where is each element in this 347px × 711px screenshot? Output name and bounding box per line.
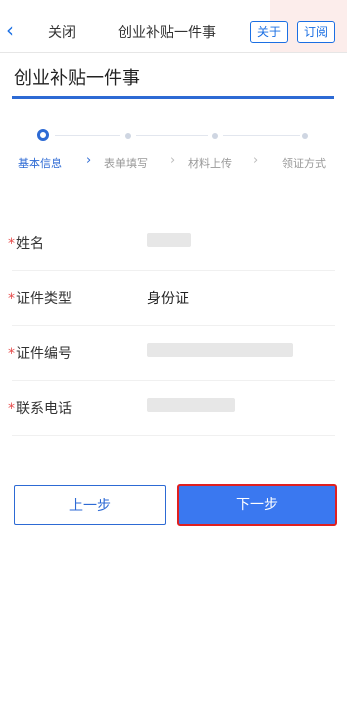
phone-field[interactable] [147, 398, 235, 412]
id-type-value[interactable]: 身份证 [147, 288, 189, 308]
chevron-right-icon: › [170, 153, 176, 168]
form-row-name[interactable]: *姓名 [8, 216, 335, 271]
required-asterisk: * [8, 401, 15, 417]
step-connector [55, 135, 120, 136]
required-asterisk: * [8, 291, 15, 307]
form-row-id-type[interactable]: *证件类型 身份证 [8, 271, 335, 326]
id-number-field[interactable] [147, 343, 293, 357]
step-indicator: 基本信息 › 表单填写 › 材料上传 › 领证方式 [0, 125, 347, 175]
basic-info-form: *姓名 *证件类型 身份证 *证件编号 *联系电话 [0, 216, 347, 436]
chevron-right-icon: › [86, 153, 92, 168]
back-arrow-icon[interactable]: ‹ [6, 20, 14, 40]
step-dot [125, 133, 131, 139]
form-row-id-number[interactable]: *证件编号 [8, 326, 335, 381]
required-asterisk: * [8, 236, 15, 252]
about-button[interactable]: 关于 [250, 21, 289, 43]
nav-title: 创业补贴一件事 [118, 25, 216, 41]
field-label: *姓名 [8, 236, 44, 252]
step-label-delivery: 领证方式 [282, 157, 326, 170]
field-label: *联系电话 [8, 401, 72, 417]
name-field[interactable] [147, 233, 191, 247]
chevron-right-icon: › [253, 153, 259, 168]
step-dot [302, 133, 308, 139]
close-button[interactable]: 关闭 [48, 22, 76, 42]
required-asterisk: * [8, 346, 15, 362]
step-connector [136, 135, 208, 136]
field-label: *证件类型 [8, 291, 72, 307]
title-underline [12, 96, 334, 99]
subscribe-button[interactable]: 订阅 [297, 21, 336, 43]
step-label-upload: 材料上传 [188, 157, 232, 170]
step-dot-active [37, 129, 49, 141]
step-label-form: 表单填写 [104, 157, 148, 170]
next-step-button[interactable]: 下一步 [177, 484, 337, 526]
form-row-phone[interactable]: *联系电话 [8, 381, 335, 436]
step-connector [223, 135, 300, 136]
field-label: *证件编号 [8, 346, 72, 362]
top-navbar: ‹ 关闭 创业补贴一件事 关于 订阅 [0, 0, 347, 53]
step-label-basic-info: 基本信息 [18, 157, 62, 170]
page-title: 创业补贴一件事 [14, 68, 140, 89]
step-dot [212, 133, 218, 139]
previous-step-button[interactable]: 上一步 [14, 485, 166, 525]
